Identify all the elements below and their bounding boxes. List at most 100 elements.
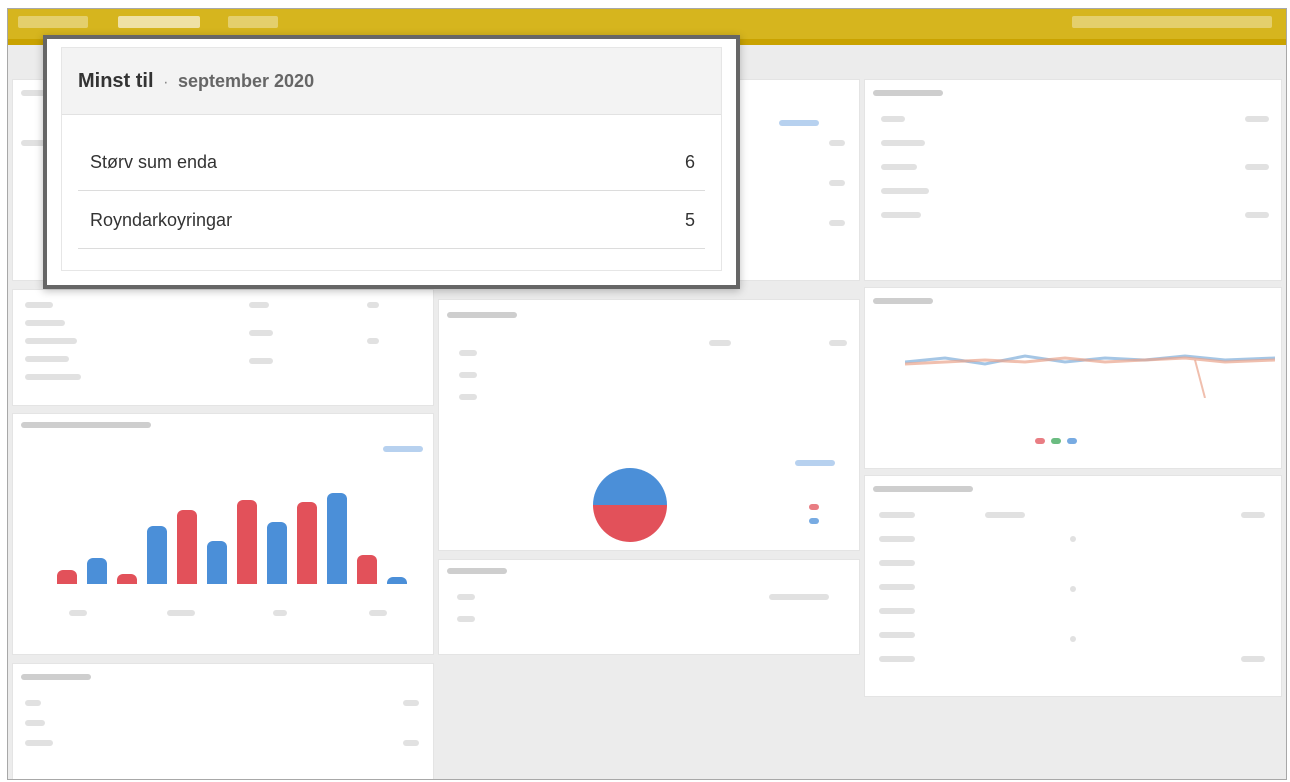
ghost-text <box>881 164 917 170</box>
ghost-text <box>1241 512 1265 518</box>
header-tab-2[interactable] <box>228 16 278 28</box>
card-header: Minst til · september 2020 <box>62 48 721 115</box>
bg-panel-right-table <box>864 475 1282 697</box>
ghost-text <box>459 394 477 400</box>
ghost-text <box>873 90 943 96</box>
ghost-text <box>249 358 273 364</box>
bar-chart-plot <box>53 464 413 584</box>
ghost-text <box>367 338 379 344</box>
ghost-legend <box>779 120 819 126</box>
ghost-text <box>829 140 845 146</box>
ghost-legend <box>383 446 423 452</box>
ghost-text <box>457 616 475 622</box>
ghost-legend-item <box>809 518 819 524</box>
ghost-text <box>769 594 829 600</box>
bg-panel-right-line-chart <box>864 287 1282 469</box>
bar-mark <box>177 510 197 584</box>
ghost-text <box>447 568 507 574</box>
ghost-text <box>1245 212 1269 218</box>
ghost-text <box>25 740 53 746</box>
bar-mark <box>147 526 167 584</box>
bg-panel-center-pie <box>438 299 860 551</box>
ghost-axis-label <box>69 610 87 616</box>
ghost-text <box>25 320 65 326</box>
card-content: Minst til · september 2020 Størv sum end… <box>61 47 722 271</box>
list-row[interactable]: Royndarkoyringar 5 <box>78 192 705 249</box>
ghost-text <box>1070 586 1076 592</box>
ghost-text <box>829 220 845 226</box>
row-label: Royndarkoyringar <box>90 210 233 230</box>
ghost-text <box>879 536 915 542</box>
ghost-text <box>879 632 915 638</box>
ghost-text <box>459 372 477 378</box>
bg-panel-mid-left <box>12 289 434 406</box>
ghost-text <box>1070 536 1076 542</box>
bar-mark <box>357 555 377 584</box>
bar-mark <box>57 570 77 584</box>
card-title-text: Minst til <box>78 70 154 92</box>
ghost-text <box>879 608 915 614</box>
line-chart-plot <box>905 354 1275 398</box>
bar-mark <box>237 500 257 584</box>
ghost-axis-label <box>369 610 387 616</box>
list-row[interactable]: Størv sum enda 6 <box>78 134 705 191</box>
ghost-text <box>249 330 273 336</box>
ghost-text <box>1070 636 1076 642</box>
card-subtitle: september 2020 <box>178 71 315 91</box>
bar-mark <box>117 574 137 584</box>
ghost-text <box>457 594 475 600</box>
ghost-text <box>25 720 45 726</box>
ghost-text <box>881 116 905 122</box>
bg-panel-bar-chart <box>12 413 434 655</box>
ghost-legend-item <box>809 504 819 510</box>
ghost-text <box>879 560 915 566</box>
ghost-text <box>829 340 847 346</box>
ghost-text <box>25 374 81 380</box>
focus-card[interactable]: Minst til · september 2020 Størv sum end… <box>43 35 740 289</box>
ghost-text <box>459 350 477 356</box>
bar-mark <box>387 577 407 584</box>
ghost-text <box>447 312 517 318</box>
ghost-legend-item <box>1067 438 1077 444</box>
header-tab-1[interactable] <box>18 16 88 28</box>
ghost-text <box>709 340 731 346</box>
ghost-text <box>829 180 845 186</box>
bg-panel-top-right <box>864 79 1282 281</box>
ghost-text <box>873 486 973 492</box>
ghost-legend <box>795 460 835 466</box>
ghost-text <box>881 212 921 218</box>
bar-mark <box>297 502 317 584</box>
ghost-axis-label <box>167 610 195 616</box>
ghost-text <box>879 512 915 518</box>
card-title: Minst til · september 2020 <box>78 70 314 93</box>
ghost-text <box>881 188 929 194</box>
bar-mark <box>327 493 347 584</box>
ghost-text <box>21 674 91 680</box>
bar-mark <box>267 522 287 584</box>
ghost-text <box>21 422 151 428</box>
ghost-text <box>1245 116 1269 122</box>
ghost-text <box>25 338 77 344</box>
ghost-text <box>873 298 933 304</box>
ghost-text <box>25 302 53 308</box>
ghost-legend-item <box>1035 438 1045 444</box>
ghost-text <box>249 302 269 308</box>
ghost-text <box>879 584 915 590</box>
header-tab-active[interactable] <box>118 16 200 28</box>
pie-chart <box>593 468 667 542</box>
ghost-text <box>879 656 915 662</box>
ghost-text <box>25 356 69 362</box>
ghost-text <box>985 512 1025 518</box>
row-label: Størv sum enda <box>90 152 218 172</box>
row-value: 6 <box>684 152 695 172</box>
bar-mark <box>87 558 107 584</box>
ghost-axis-label <box>273 610 287 616</box>
bar-mark <box>207 541 227 584</box>
bg-panel-bottom-left <box>12 663 434 779</box>
header-right-controls[interactable] <box>1072 16 1272 28</box>
ghost-text <box>367 302 379 308</box>
row-value: 5 <box>684 210 695 230</box>
ghost-text <box>403 740 419 746</box>
ghost-text <box>1241 656 1265 662</box>
ghost-text <box>403 700 419 706</box>
